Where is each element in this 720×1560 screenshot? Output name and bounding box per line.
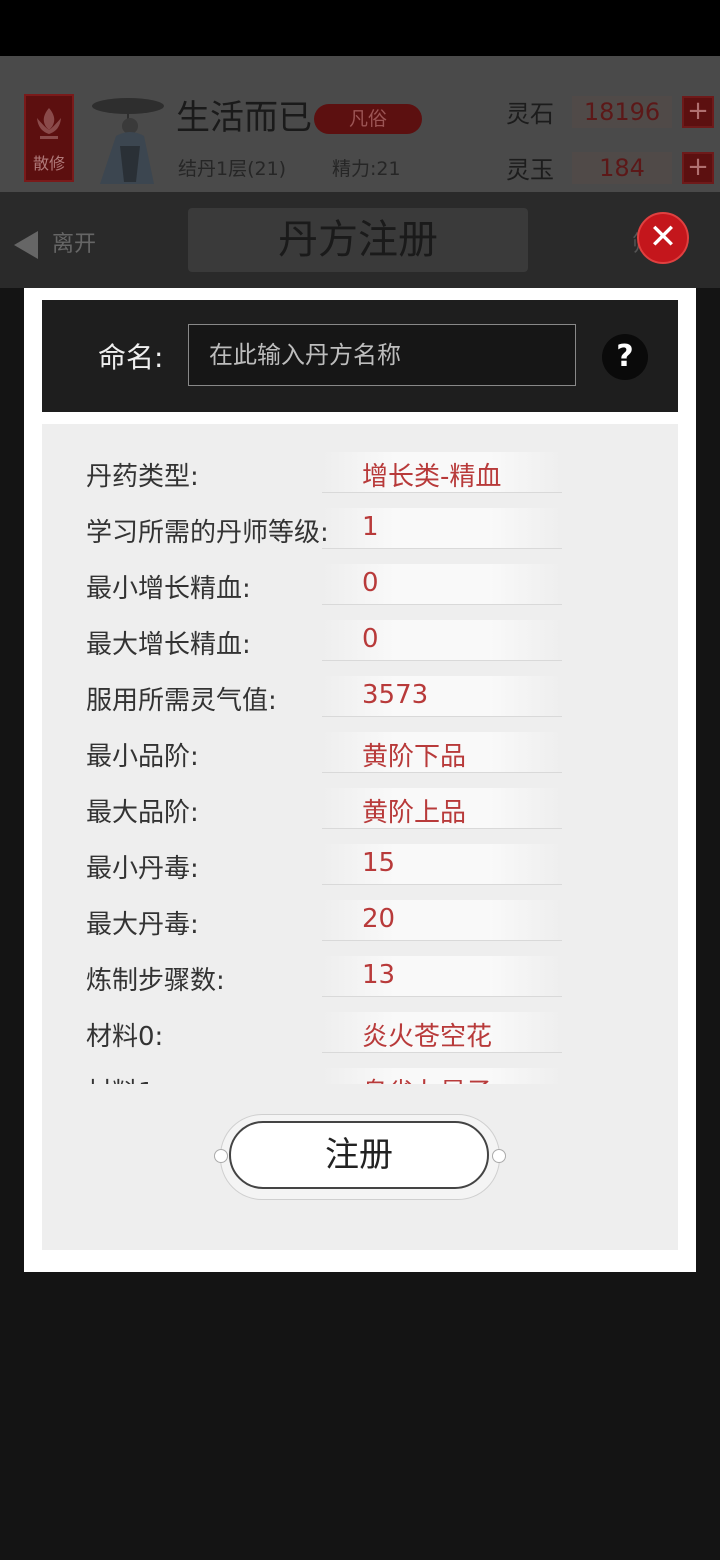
row-label: 丹药类型: xyxy=(86,462,199,492)
plus-icon: + xyxy=(687,96,709,126)
player-header: 散修 生活而已 凡俗 结丹1层(21) 精力:21 灵石 18196 + 灵玉 … xyxy=(0,56,720,192)
register-button[interactable]: 注册 xyxy=(229,1121,489,1189)
leave-label: 离开 xyxy=(52,232,97,257)
value-plate xyxy=(322,956,562,997)
list-item: 最大品阶: 黄阶上品 xyxy=(42,780,678,836)
recipe-info-list[interactable]: 丹药类型: 增长类-精血 学习所需的丹师等级: 1 最小增长精血: 0 最大增长… xyxy=(42,424,678,1084)
row-label: 最小品阶: xyxy=(86,742,199,772)
player-name: 生活而已 xyxy=(176,98,312,138)
spirit-stone-value: 18196 xyxy=(572,96,672,128)
row-value: 炎火苍空花 xyxy=(362,1022,493,1052)
close-button[interactable]: ✕ xyxy=(637,212,689,264)
close-icon: ✕ xyxy=(648,217,678,257)
recipe-register-dialog: 命名: 在此输入丹方名称 ? 丹药类型: 增长类-精血 学习所需的丹师等级: 1… xyxy=(24,288,696,1272)
row-value: 15 xyxy=(362,848,396,878)
row-label: 材料1: xyxy=(86,1072,163,1084)
value-plate xyxy=(322,508,562,549)
row-value: 3573 xyxy=(362,680,429,710)
spirit-jade-value: 184 xyxy=(572,152,672,184)
sect-badge[interactable]: 散修 xyxy=(24,94,74,182)
cultivation-realm: 结丹1层(21) xyxy=(178,158,287,180)
row-value: 20 xyxy=(362,904,396,934)
list-item: 丹药类型: 增长类-精血 xyxy=(42,444,678,500)
row-label: 服用所需灵气值: xyxy=(86,686,277,716)
list-item: 服用所需灵气值: 3573 xyxy=(42,668,678,724)
value-plate xyxy=(322,900,562,941)
list-item: 材料1: 乌雀九星子 xyxy=(42,1060,678,1084)
list-item: 学习所需的丹师等级: 1 xyxy=(42,500,678,556)
row-value: 黄阶上品 xyxy=(362,798,467,828)
add-spirit-stone-button[interactable]: + xyxy=(682,96,714,128)
list-item: 最小品阶: 黄阶下品 xyxy=(42,724,678,780)
row-value: 乌雀九星子 xyxy=(362,1072,492,1084)
name-panel: 命名: 在此输入丹方名称 ? xyxy=(42,300,678,412)
list-item: 最大丹毒: 20 xyxy=(42,892,678,948)
recipe-info-panel: 丹药类型: 增长类-精血 学习所需的丹师等级: 1 最小增长精血: 0 最大增长… xyxy=(42,424,678,1250)
row-label: 炼制步骤数: xyxy=(86,966,225,996)
help-button[interactable]: ? xyxy=(602,334,648,380)
rank-badge: 凡俗 xyxy=(314,104,422,134)
spirit-stone-label: 灵石 xyxy=(506,100,554,128)
back-arrow-icon xyxy=(14,231,38,259)
row-value: 0 xyxy=(362,624,379,654)
value-plate xyxy=(322,844,562,885)
row-label: 最大丹毒: xyxy=(86,910,199,940)
row-label: 材料0: xyxy=(86,1022,164,1052)
value-plate xyxy=(322,676,562,717)
row-value: 0 xyxy=(362,568,379,598)
register-button-frame: 注册 xyxy=(214,1114,506,1200)
energy-value: 精力:21 xyxy=(332,158,401,180)
row-label: 最大品阶: xyxy=(86,798,199,828)
row-label: 最小丹毒: xyxy=(86,854,199,884)
spirit-jade-label: 灵玉 xyxy=(506,156,554,184)
row-label: 最小增长精血: xyxy=(86,574,251,604)
question-icon: ? xyxy=(616,339,634,374)
list-item: 炼制步骤数: 13 xyxy=(42,948,678,1004)
list-item: 材料0: 炎火苍空花 xyxy=(42,1004,678,1060)
page-title: 丹方注册 xyxy=(278,217,438,263)
value-plate xyxy=(322,620,562,661)
row-value: 13 xyxy=(362,960,396,990)
add-spirit-jade-button[interactable]: + xyxy=(682,152,714,184)
status-bar xyxy=(0,0,720,56)
name-label: 命名: xyxy=(98,341,164,374)
lotus-emblem-icon xyxy=(37,108,61,139)
ornament-dot xyxy=(492,1149,506,1163)
list-item: 最小增长精血: 0 xyxy=(42,556,678,612)
row-label: 最大增长精血: xyxy=(86,630,251,660)
avatar[interactable] xyxy=(90,96,170,186)
row-value: 1 xyxy=(362,512,379,542)
row-label: 学习所需的丹师等级: xyxy=(86,518,329,548)
row-value: 黄阶下品 xyxy=(362,742,467,772)
sect-label: 散修 xyxy=(32,154,65,173)
list-item: 最小丹毒: 15 xyxy=(42,836,678,892)
list-item: 最大增长精血: 0 xyxy=(42,612,678,668)
ornament-dot xyxy=(214,1149,228,1163)
leave-button[interactable]: 离开 xyxy=(14,226,96,259)
recipe-name-input[interactable]: 在此输入丹方名称 xyxy=(188,324,576,386)
value-plate xyxy=(322,564,562,605)
title-bar: 离开 丹方注册 筛 xyxy=(0,192,720,288)
plus-icon: + xyxy=(687,152,709,182)
row-value: 增长类-精血 xyxy=(362,462,502,492)
